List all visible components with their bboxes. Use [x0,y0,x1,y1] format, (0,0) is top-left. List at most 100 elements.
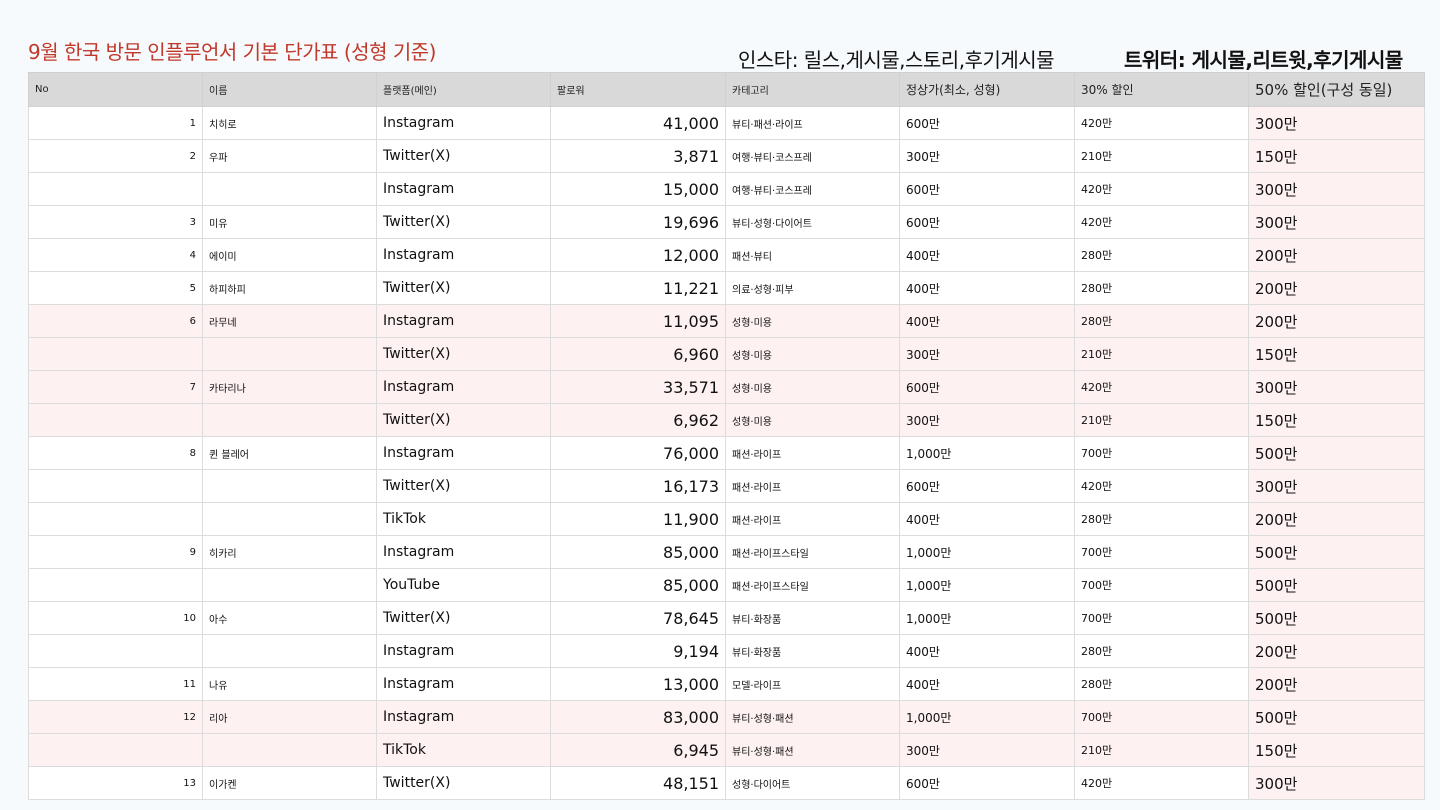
platform-cell: YouTube [376,568,551,602]
discount-30-cell: 420만 [1074,205,1249,239]
followers-cell: 41,000 [550,106,726,140]
influencer-name [202,634,377,668]
discount-50-cell: 500만 [1248,601,1425,635]
discount-30-cell: 420만 [1074,469,1249,503]
price-cell: 600만 [899,172,1075,206]
followers-cell: 13,000 [550,667,726,701]
influencer-name: 카타리나 [202,370,377,404]
discount-30-cell: 280만 [1074,502,1249,536]
twitter-note: 트위터: 게시물,리트윗,후기게시물 [1124,48,1403,72]
discount-50-cell: 200만 [1248,502,1425,536]
price-cell: 400만 [899,271,1075,305]
followers-cell: 6,962 [550,403,726,437]
row-number: 3 [28,205,203,239]
table-row: 11 나유 Instagram 13,000 모델·라이프 400만 280만 200만 [28,667,1425,701]
influencer-name [202,469,377,503]
price-cell: 600만 [899,106,1075,140]
row-number: 6 [28,304,203,338]
table-row: Instagram 9,194 뷰티·화장품 400만 280만 200만 [28,634,1425,668]
row-number [28,337,203,371]
influencer-name: 우파 [202,139,377,173]
discount-50-cell: 300만 [1248,205,1425,239]
influencer-name [202,502,377,536]
row-number: 10 [28,601,203,635]
followers-cell: 9,194 [550,634,726,668]
row-number: 5 [28,271,203,305]
platform-cell: Twitter(X) [376,205,551,239]
discount-30-cell: 420만 [1074,766,1249,800]
discount-30-cell: 210만 [1074,337,1249,371]
table-row: Twitter(X) 16,173 패션·라이프 600만 420만 300만 [28,469,1425,503]
discount-30-cell: 700만 [1074,700,1249,734]
price-cell: 1,000만 [899,568,1075,602]
header-no: No [28,72,203,107]
table-row: Twitter(X) 6,962 성형·미용 300만 210만 150만 [28,403,1425,437]
influencer-name [202,568,377,602]
category-cell: 패션·라이프 [725,469,900,503]
followers-cell: 48,151 [550,766,726,800]
row-number: 11 [28,667,203,701]
price-cell: 600만 [899,469,1075,503]
followers-cell: 16,173 [550,469,726,503]
influencer-name: 하피하피 [202,271,377,305]
table-row: YouTube 85,000 패션·라이프스타일 1,000만 700만 500만 [28,568,1425,602]
influencer-name [202,337,377,371]
discount-50-cell: 300만 [1248,172,1425,206]
header-category: 카테고리 [725,72,900,107]
platform-cell: Instagram [376,370,551,404]
platform-cell: Twitter(X) [376,469,551,503]
influencer-name: 리아 [202,700,377,734]
table-row: 9 히카리 Instagram 85,000 패션·라이프스타일 1,000만 700만 50… [28,535,1425,569]
header-followers: 팔로워 [550,72,726,107]
row-number: 12 [28,700,203,734]
discount-50-cell: 150만 [1248,139,1425,173]
table-row: 10 아수 Twitter(X) 78,645 뷰티·화장품 1,000만 700만 500만 [28,601,1425,635]
discount-30-cell: 280만 [1074,634,1249,668]
followers-cell: 6,960 [550,337,726,371]
price-cell: 300만 [899,733,1075,767]
table-row: 4 에이미 Instagram 12,000 패션·뷰티 400만 280만 200만 [28,238,1425,272]
row-number: 9 [28,535,203,569]
row-number [28,469,203,503]
followers-cell: 19,696 [550,205,726,239]
discount-50-cell: 150만 [1248,337,1425,371]
discount-50-cell: 500만 [1248,535,1425,569]
platform-cell: Instagram [376,106,551,140]
row-number: 2 [28,139,203,173]
table-row: Twitter(X) 6,960 성형·미용 300만 210만 150만 [28,337,1425,371]
category-cell: 의료·성형·피부 [725,271,900,305]
table-row: 1 치히로 Instagram 41,000 뷰티·패션·라이프 600만 420만 300만 [28,106,1425,140]
category-cell: 성형·미용 [725,403,900,437]
platform-cell: Twitter(X) [376,601,551,635]
header-row: No 이름 플랫폼(메인) 팔로워 카테고리 정상가(최소, 성형) 30% 할… [28,72,1425,107]
price-cell: 400만 [899,502,1075,536]
price-table: No 이름 플랫폼(메인) 팔로워 카테고리 정상가(최소, 성형) 30% 할… [28,72,1425,800]
platform-cell: Instagram [376,304,551,338]
row-number [28,172,203,206]
price-cell: 1,000만 [899,535,1075,569]
discount-50-cell: 500만 [1248,436,1425,470]
influencer-name [202,733,377,767]
price-cell: 1,000만 [899,436,1075,470]
discount-30-cell: 420만 [1074,172,1249,206]
discount-50-cell: 150만 [1248,733,1425,767]
influencer-name [202,403,377,437]
price-cell: 300만 [899,139,1075,173]
discount-50-cell: 200만 [1248,304,1425,338]
followers-cell: 11,221 [550,271,726,305]
discount-30-cell: 280만 [1074,667,1249,701]
discount-30-cell: 210만 [1074,403,1249,437]
followers-cell: 76,000 [550,436,726,470]
platform-cell: Instagram [376,700,551,734]
followers-cell: 11,900 [550,502,726,536]
price-cell: 400만 [899,238,1075,272]
page-title: 9월 한국 방문 인플루언서 기본 단가표 (성형 기준) [28,40,436,64]
table-row: Instagram 15,000 여행·뷰티·코스프레 600만 420만 300만 [28,172,1425,206]
discount-30-cell: 420만 [1074,370,1249,404]
followers-cell: 12,000 [550,238,726,272]
header-price: 정상가(최소, 성형) [899,72,1075,107]
category-cell: 성형·미용 [725,370,900,404]
category-cell: 뷰티·화장품 [725,601,900,635]
category-cell: 패션·라이프 [725,502,900,536]
price-cell: 400만 [899,304,1075,338]
